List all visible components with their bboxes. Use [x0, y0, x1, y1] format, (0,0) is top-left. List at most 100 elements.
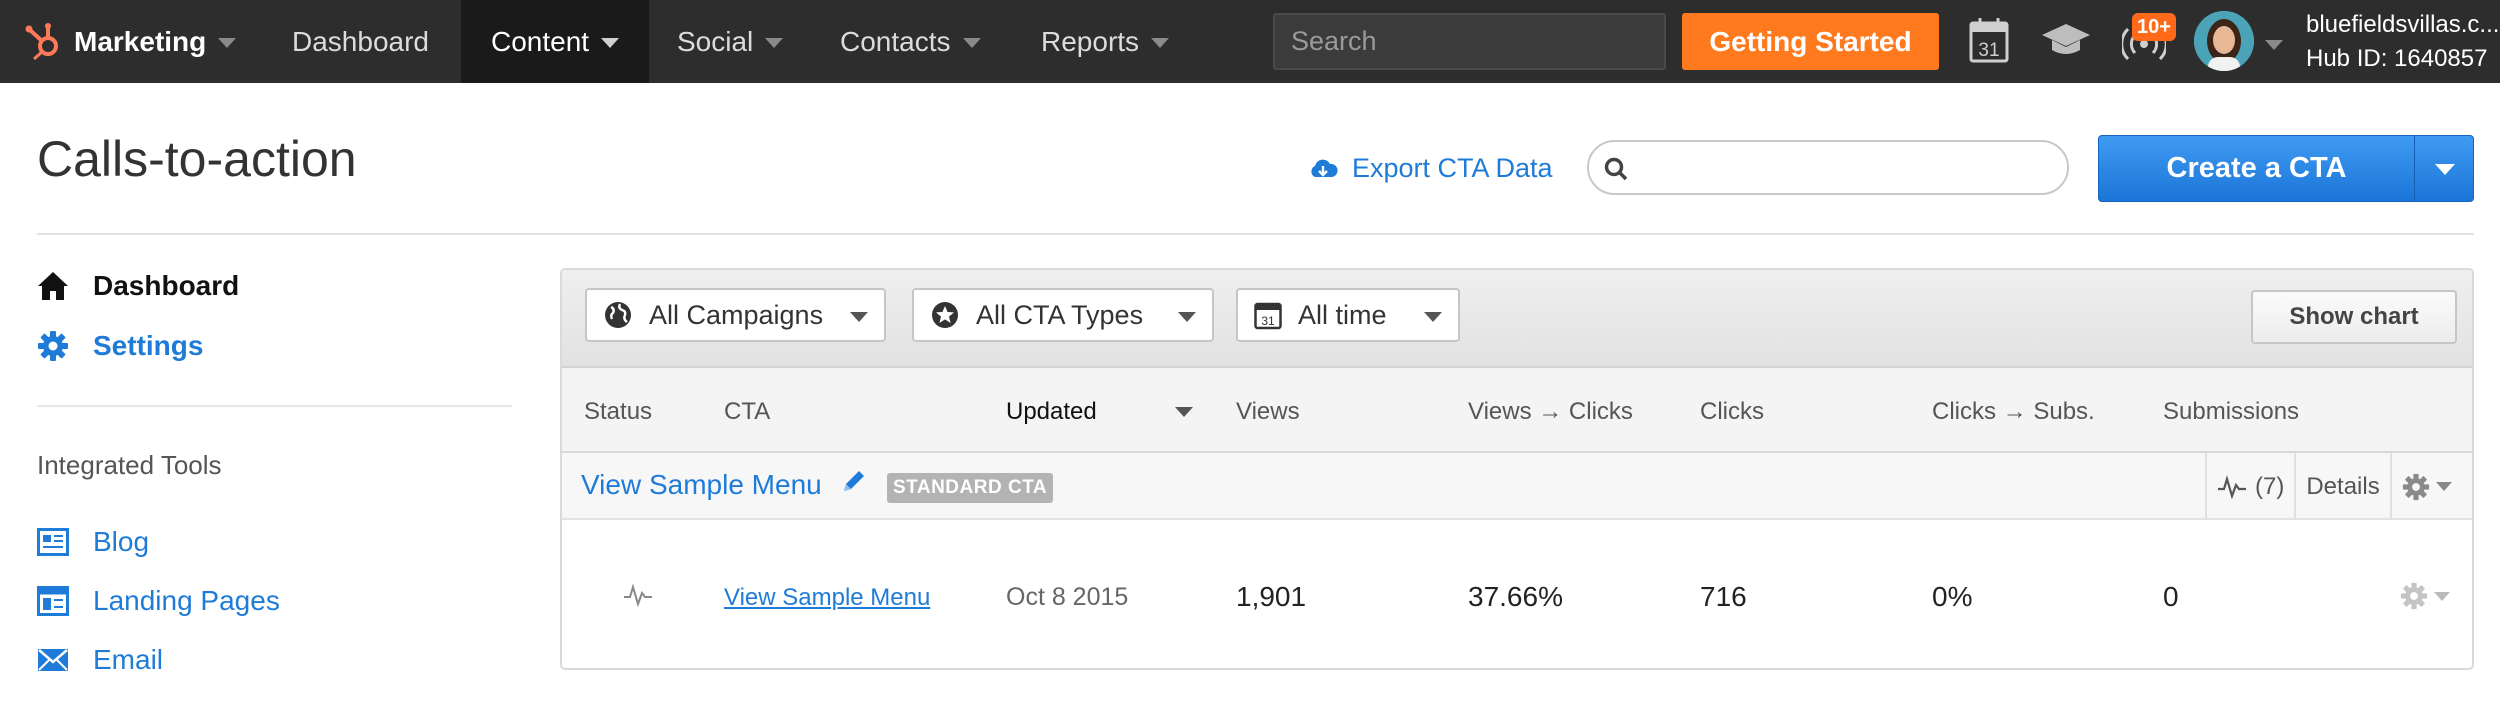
nav-dashboard-label: Dashboard — [292, 25, 429, 57]
column-header-views[interactable]: Views — [1236, 398, 1300, 426]
blog-icon — [37, 528, 69, 556]
gear-icon — [2402, 473, 2429, 500]
time-range-filter-label: All time — [1298, 299, 1387, 330]
filter-calendar-day: 31 — [1261, 314, 1275, 328]
create-cta-label: Create a CTA — [2166, 152, 2347, 184]
cta-submissions: 0 — [2163, 581, 2179, 612]
status-pulse-icon — [624, 583, 652, 607]
create-cta-dropdown-chevron-icon[interactable] — [2435, 164, 2455, 175]
hubspot-logo-icon[interactable] — [22, 20, 64, 62]
column-header-submissions[interactable]: Submissions — [2163, 398, 2299, 426]
nav-contacts[interactable]: Contacts — [840, 0, 981, 83]
pencil-edit-icon[interactable] — [840, 467, 868, 495]
nav-dashboard[interactable]: Dashboard — [292, 0, 429, 83]
sort-descending-icon[interactable] — [1175, 407, 1193, 417]
cta-group-title-link[interactable]: View Sample Menu — [581, 469, 822, 501]
account-name: bluefieldsvillas.c... — [2306, 11, 2500, 38]
nav-reports-label: Reports — [1041, 25, 1140, 57]
show-chart-button[interactable]: Show chart — [2251, 290, 2457, 344]
calendar-icon[interactable]: 31 — [1969, 17, 2009, 63]
cta-views: 1,901 — [1236, 581, 1307, 612]
cta-clicks-to-subs: 0% — [1932, 581, 1973, 612]
nav-social-label: Social — [677, 25, 754, 57]
nav-content[interactable]: Content — [461, 0, 649, 83]
sidebar-tool-blog[interactable]: Blog — [37, 526, 149, 558]
search-icon — [1604, 157, 1628, 181]
column-header-cta[interactable]: CTA — [724, 398, 770, 426]
nav-content-label: Content — [491, 25, 590, 57]
details-button[interactable]: Details — [2294, 453, 2389, 520]
account-info[interactable]: bluefieldsvillas.c... Hub ID: 1640857 — [2306, 8, 2499, 76]
group-settings-menu[interactable] — [2389, 453, 2462, 520]
nav-social[interactable]: Social — [677, 0, 784, 83]
sidebar-tool-label: Landing Pages — [93, 585, 280, 616]
avatar-portrait-icon — [2194, 11, 2254, 71]
home-icon — [38, 272, 68, 300]
sidebar-item-settings[interactable]: Settings — [37, 330, 203, 362]
table-header-row: Status CTA Updated Views Views → Clicks … — [562, 368, 2472, 453]
column-header-status[interactable]: Status — [584, 398, 652, 426]
calendar-day: 31 — [1978, 40, 1999, 61]
chevron-down-icon — [1178, 312, 1196, 322]
column-header-clicks-to-subs[interactable]: Clicks → Subs. — [1932, 398, 2095, 426]
create-cta-divider — [2414, 136, 2415, 201]
column-header-updated[interactable]: Updated — [1006, 398, 1097, 426]
globe-icon — [605, 302, 631, 328]
integrated-tools-heading: Integrated Tools — [37, 450, 222, 480]
chevron-down-icon — [850, 312, 868, 322]
sidebar-tool-landing-pages[interactable]: Landing Pages — [37, 585, 280, 617]
calendar-icon: 31 — [1254, 302, 1282, 330]
table-row: View Sample Menu Oct 8 2015 1,901 37.66%… — [562, 520, 2472, 668]
create-cta-button[interactable]: Create a CTA — [2098, 135, 2474, 202]
nav-brand-label: Marketing — [74, 25, 207, 57]
sidebar-tool-label: Email — [93, 644, 164, 675]
cta-type-filter-dropdown[interactable]: All CTA Types — [912, 288, 1214, 342]
chevron-down-icon — [962, 37, 981, 48]
chevron-down-icon — [601, 37, 620, 48]
standard-cta-tag: STANDARD CTA — [887, 473, 1054, 503]
cta-type-filter-label: All CTA Types — [976, 299, 1144, 330]
sidebar-tool-label: Blog — [93, 526, 150, 557]
user-avatar[interactable] — [2194, 11, 2254, 71]
nav-marketing-menu[interactable]: Marketing — [74, 0, 237, 83]
pulse-chart-icon — [2218, 474, 2246, 499]
nav-search-input[interactable] — [1273, 13, 1666, 70]
sidebar-item-dashboard[interactable]: Dashboard — [37, 270, 239, 302]
cta-search-field[interactable] — [1587, 140, 2069, 195]
cta-views-to-clicks: 37.66% — [1468, 581, 1563, 612]
getting-started-button[interactable]: Getting Started — [1682, 13, 1939, 70]
export-cta-data-link[interactable]: Export CTA Data — [1308, 153, 1553, 184]
export-cta-data-label: Export CTA Data — [1352, 153, 1553, 183]
header-divider — [37, 233, 2474, 235]
chevron-down-icon — [2435, 482, 2452, 491]
cta-group-row: View Sample Menu STANDARD CTA (7) Detail… — [562, 453, 2472, 520]
column-header-clicks[interactable]: Clicks — [1700, 398, 1764, 426]
sidebar-item-label: Dashboard — [93, 270, 240, 301]
column-header-views-to-clicks[interactable]: Views → Clicks — [1468, 398, 1633, 426]
row-settings-menu[interactable] — [2400, 582, 2450, 610]
chevron-down-icon — [765, 37, 784, 48]
sidebar-item-label: Settings — [93, 330, 204, 361]
chevron-down-icon — [2434, 591, 2450, 601]
account-chevron-down-icon[interactable] — [2265, 40, 2283, 50]
variations-count: (7) — [2255, 472, 2285, 500]
page-title: Calls-to-action — [37, 131, 357, 187]
landing-pages-icon — [37, 586, 69, 616]
cta-name-link[interactable]: View Sample Menu — [724, 584, 930, 612]
variations-chart-button[interactable]: (7) — [2205, 453, 2294, 520]
hub-id: Hub ID: 1640857 — [2306, 45, 2488, 72]
academy-graduation-cap-icon[interactable] — [2041, 22, 2091, 60]
campaign-filter-label: All Campaigns — [649, 299, 824, 330]
cta-table-panel: All Campaigns All CTA Types 31 All time … — [560, 268, 2474, 670]
cta-updated-date: Oct 8 2015 — [1006, 583, 1129, 611]
time-range-filter-dropdown[interactable]: 31 All time — [1236, 288, 1460, 342]
sidebar-tool-email[interactable]: Email — [37, 644, 163, 676]
filter-toolbar: All Campaigns All CTA Types 31 All time … — [562, 270, 2472, 368]
nav-reports[interactable]: Reports — [1041, 0, 1170, 83]
cta-clicks: 716 — [1700, 581, 1747, 612]
campaign-filter-dropdown[interactable]: All Campaigns — [585, 288, 886, 342]
gear-icon — [2400, 582, 2428, 610]
group-actions: (7) Details — [2205, 453, 2462, 520]
sidebar-divider — [37, 405, 512, 407]
cloud-download-icon — [1311, 159, 1338, 177]
